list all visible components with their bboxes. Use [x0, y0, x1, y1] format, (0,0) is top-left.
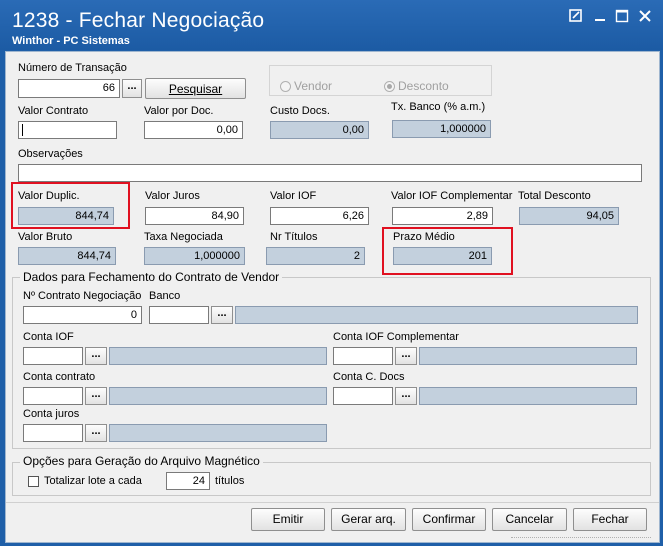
vendor-radio[interactable]	[280, 81, 291, 92]
transacao-lookup-button[interactable]: ...	[122, 79, 142, 98]
total-desconto-label: Total Desconto	[518, 190, 591, 202]
taxa-negociada-field: 1,000000	[144, 247, 245, 265]
confirmar-label: Confirmar	[422, 512, 476, 526]
totalizar-checkbox[interactable]	[28, 476, 39, 487]
valor-contrato-input[interactable]	[18, 121, 117, 139]
conta-contrato-label: Conta contrato	[23, 371, 96, 383]
minimize-icon[interactable]	[590, 9, 610, 25]
observacoes-input[interactable]	[18, 164, 642, 182]
pesquisar-label: Pesquisar	[168, 82, 223, 96]
maximize-icon[interactable]	[612, 9, 632, 25]
window-title: 1238 - Fechar Negociação	[12, 9, 265, 32]
valor-iof-comp-input[interactable]: 2,89	[392, 207, 493, 225]
valor-bruto-field: 844,74	[18, 247, 116, 265]
conta-iof-comp-description	[419, 347, 637, 365]
conta-c-docs-label: Conta C. Docs	[333, 371, 405, 383]
highlight-valor-duplic	[11, 182, 130, 229]
gerar-arq-button[interactable]: Gerar arq.	[331, 508, 406, 531]
quantidade-input[interactable]: 24	[166, 472, 210, 490]
cancelar-label: Cancelar	[505, 512, 554, 526]
fechar-button[interactable]: Fechar	[573, 508, 647, 531]
valor-juros-label: Valor Juros	[145, 190, 200, 202]
conta-contrato-description	[109, 387, 327, 405]
gerar-arq-label: Gerar arq.	[341, 512, 396, 526]
valor-bruto-label: Valor Bruto	[18, 231, 73, 243]
emitir-label: Emitir	[272, 512, 304, 526]
transacao-input[interactable]: 66	[18, 79, 120, 98]
banco-lookup-button[interactable]: ...	[211, 306, 233, 324]
restore-icon[interactable]	[566, 9, 586, 25]
custo-docs-label: Custo Docs.	[270, 105, 330, 117]
conta-juros-lookup-button[interactable]: ...	[85, 424, 107, 442]
desconto-radio[interactable]	[384, 81, 395, 92]
valor-por-doc-label: Valor por Doc.	[144, 105, 214, 117]
conta-iof-description	[109, 347, 327, 365]
cancelar-button[interactable]: Cancelar	[492, 508, 567, 531]
confirmar-button[interactable]: Confirmar	[412, 508, 486, 531]
vendor-label: Vendor	[294, 79, 333, 93]
totalizar-label: Totalizar lote a cada	[44, 475, 142, 487]
observacoes-label: Observações	[18, 148, 83, 160]
banco-input[interactable]	[149, 306, 209, 324]
valor-por-doc-input[interactable]: 0,00	[144, 121, 243, 139]
custo-docs-field: 0,00	[270, 121, 369, 139]
nro-contrato-input[interactable]: 0	[23, 306, 142, 324]
valor-iof-comp-label: Valor IOF Complementar	[391, 190, 513, 202]
conta-c-docs-description	[419, 387, 637, 405]
nr-titulos-field: 2	[266, 247, 365, 265]
fechar-label: Fechar	[591, 512, 629, 526]
contrato-group-title: Dados para Fechamento do Contrato de Ven…	[20, 270, 283, 284]
valor-iof-label: Valor IOF	[270, 190, 317, 202]
conta-contrato-lookup-button[interactable]: ...	[85, 387, 107, 405]
tx-banco-label: Tx. Banco (% a.m.)	[391, 101, 486, 113]
total-desconto-field: 94,05	[519, 207, 619, 225]
conta-iof-label: Conta IOF	[23, 331, 74, 343]
window-subtitle: Winthor - PC Sistemas	[12, 35, 130, 47]
conta-juros-input[interactable]	[23, 424, 83, 442]
taxa-negociada-label: Taxa Negociada	[144, 231, 223, 243]
banco-description	[235, 306, 638, 324]
conta-iof-comp-lookup-button[interactable]: ...	[395, 347, 417, 365]
application-window: 1238 - Fechar Negociação Winthor - PC Si…	[0, 0, 663, 546]
size-grip[interactable]	[511, 537, 651, 542]
conta-juros-description	[109, 424, 327, 442]
conta-juros-label: Conta juros	[23, 408, 80, 420]
conta-iof-comp-label: Conta IOF Complementar	[333, 331, 459, 343]
tx-banco-field: 1,000000	[392, 120, 491, 138]
titulos-label: títulos	[215, 475, 245, 487]
conta-iof-lookup-button[interactable]: ...	[85, 347, 107, 365]
emitir-button[interactable]: Emitir	[251, 508, 325, 531]
close-icon[interactable]	[635, 9, 655, 25]
nro-contrato-label: Nº Contrato Negociação	[23, 290, 142, 302]
form-body: Número de Transação 66 ... Pesquisar Ven…	[5, 51, 660, 543]
magnetico-group-title: Opções para Geração do Arquivo Magnético	[20, 454, 263, 468]
nr-titulos-label: Nr Títulos	[270, 231, 318, 243]
pesquisar-button[interactable]: Pesquisar	[145, 78, 246, 99]
conta-c-docs-lookup-button[interactable]: ...	[395, 387, 417, 405]
conta-contrato-input[interactable]	[23, 387, 83, 405]
highlight-prazo-medio	[382, 227, 513, 275]
transacao-label: Número de Transação	[18, 62, 127, 74]
valor-iof-input[interactable]: 6,26	[270, 207, 369, 225]
banco-label: Banco	[149, 290, 181, 302]
footer-separator	[6, 502, 659, 503]
conta-iof-comp-input[interactable]	[333, 347, 393, 365]
valor-juros-input[interactable]: 84,90	[145, 207, 244, 225]
desconto-label: Desconto	[398, 79, 449, 93]
text-cursor	[22, 124, 23, 136]
conta-iof-input[interactable]	[23, 347, 83, 365]
title-bar[interactable]: 1238 - Fechar Negociação Winthor - PC Si…	[0, 0, 663, 50]
valor-contrato-label: Valor Contrato	[18, 105, 89, 117]
conta-c-docs-input[interactable]	[333, 387, 393, 405]
